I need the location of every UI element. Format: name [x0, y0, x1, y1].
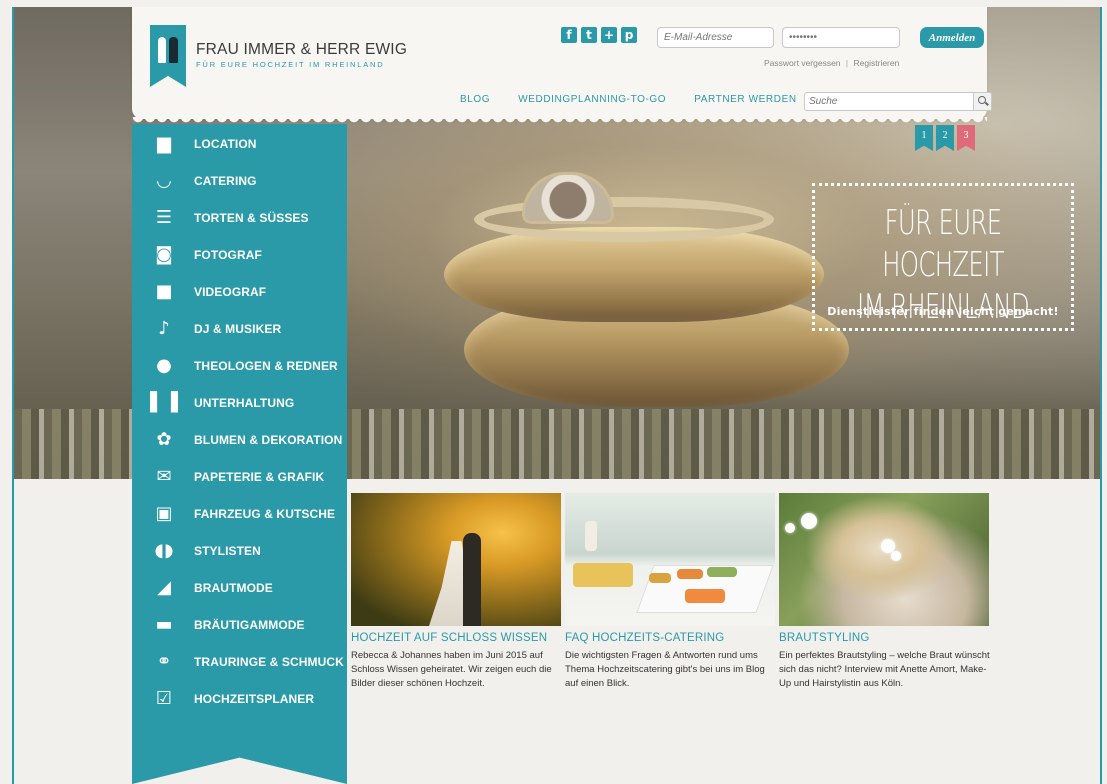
login-button[interactable]: Anmelden — [920, 27, 984, 48]
teaser-image-wedding-couple[interactable] — [351, 493, 561, 626]
teaser-title[interactable]: HOCHZEIT AUF SCHLOSS WISSEN — [351, 632, 561, 644]
slide-tab-3[interactable]: 3 — [957, 125, 975, 151]
sidebar-item-stylisten[interactable]: ◖◗ STYLISTEN — [132, 532, 347, 569]
site-title[interactable]: FRAU IMMER & HERR EWIG — [196, 41, 407, 59]
sidebar-item-torten[interactable]: ☰ TORTEN & SÜSSES — [132, 199, 347, 236]
sidebar-item-label: TRAURINGE & SCHMUCK — [194, 654, 344, 669]
sidebar-item-label: UNTERHALTUNG — [194, 395, 295, 410]
teaser-image-bride[interactable] — [779, 493, 989, 626]
sidebar-item-label: PAPETERIE & GRAFIK — [194, 469, 325, 484]
flower-icon: ✿ — [156, 429, 172, 450]
register-link[interactable]: Registrieren — [854, 58, 900, 68]
sidebar-item-dj-musiker[interactable]: ♪ DJ & MUSIKER — [132, 310, 347, 347]
teaser-card[interactable]: FAQ HOCHZEITS-CATERING Die wichtigsten F… — [565, 493, 775, 691]
hero-subline: Dienstleister finden leicht gemacht! — [827, 305, 1059, 318]
envelope-icon: ✉ — [156, 466, 172, 487]
email-field[interactable] — [657, 27, 774, 48]
teaser-image-catering[interactable] — [565, 493, 775, 626]
facebook-icon[interactable]: f — [561, 27, 577, 43]
sidebar-item-label: BRAUTMODE — [194, 580, 273, 595]
high-heel-icon: ◢ — [157, 577, 171, 598]
sidebar-item-blumen[interactable]: ✿ BLUMEN & DEKORATION — [132, 421, 347, 458]
main-nav: BLOG WEDDINGPLANNING-TO-GO PARTNER WERDE… — [460, 94, 797, 105]
curtain-icon: ▌▐ — [150, 392, 178, 413]
guitar-icon: ♪ — [158, 318, 170, 339]
sidebar-item-catering[interactable]: ◡ CATERING — [132, 162, 347, 199]
teaser-title[interactable]: BRAUTSTYLING — [779, 632, 989, 644]
googleplus-icon[interactable]: + — [601, 27, 617, 43]
hero-tagline-box: FÜR EURE HOCHZEIT IM RHEINLAND Dienstlei… — [812, 183, 1074, 331]
sidebar-item-label: DJ & MUSIKER — [194, 321, 282, 336]
teaser-card[interactable]: BRAUTSTYLING Ein perfektes Brautstyling … — [779, 493, 990, 691]
sidebar-item-label: STYLISTEN — [194, 543, 261, 558]
teaser-title[interactable]: FAQ HOCHZEITS-CATERING — [565, 632, 775, 644]
sidebar-item-videograf[interactable]: ■ VIDEOGRAF — [132, 273, 347, 310]
teaser-text: Ein perfektes Brautstyling – welche Brau… — [779, 650, 990, 689]
header: FRAU IMMER & HERR EWIG FÜR EURE HOCHZEIT… — [132, 7, 992, 125]
sidebar-item-label: LOCATION — [194, 136, 257, 151]
slide-tab-1[interactable]: 1 — [915, 125, 933, 151]
search-icon[interactable] — [973, 93, 991, 110]
sidebar-item-label: HOCHZEITSPLANER — [194, 691, 315, 706]
teaser-text: Rebecca & Johannes haben im Juni 2015 au… — [351, 650, 552, 689]
rings-icon: ⚭ — [156, 651, 172, 672]
logo-badge-icon[interactable] — [150, 25, 186, 87]
slide-tab-2[interactable]: 2 — [936, 125, 954, 151]
nav-weddingplanning[interactable]: WEDDINGPLANNING-TO-GO — [518, 94, 666, 105]
sidebar-item-papeterie[interactable]: ✉ PAPETERIE & GRAFIK — [132, 458, 347, 495]
teaser-card[interactable]: HOCHZEIT AUF SCHLOSS WISSEN Rebecca & Jo… — [351, 493, 561, 691]
cake-icon: ☰ — [155, 207, 173, 228]
sidebar-item-label: FOTOGRAF — [194, 247, 262, 262]
sidebar-item-label: TORTEN & SÜSSES — [194, 210, 309, 225]
sidebar-item-hochzeitsplaner[interactable]: ☑ HOCHZEITSPLANER — [132, 680, 347, 717]
sidebar-item-braeutigammode[interactable]: ▬ BRÄUTIGAMMODE — [132, 606, 347, 643]
pinterest-icon[interactable]: p — [621, 27, 637, 43]
page-frame: FÜR EURE HOCHZEIT IM RHEINLAND Dienstlei… — [12, 7, 1102, 784]
forgot-password-link[interactable]: Passwort vergessen — [764, 58, 841, 68]
camera-icon: ◙ — [155, 244, 173, 265]
sidebar-item-label: CATERING — [194, 173, 257, 188]
search-box — [804, 92, 992, 111]
social-links: f t + p — [561, 27, 637, 43]
sidebar-item-fotograf[interactable]: ◙ FOTOGRAF — [132, 236, 347, 273]
rings-photo — [444, 172, 864, 422]
category-sidebar: ▆ LOCATION ◡ CATERING ☰ TORTEN & SÜSSES … — [132, 124, 347, 784]
sidebar-item-label: BLUMEN & DEKORATION — [194, 432, 343, 447]
speech-bubble-icon: ● — [156, 355, 172, 376]
car-icon: ▣ — [155, 503, 173, 524]
bowl-icon: ◡ — [156, 170, 172, 191]
building-icon: ▆ — [157, 133, 171, 154]
nav-partner-werden[interactable]: PARTNER WERDEN — [694, 94, 796, 105]
checkbox-icon: ☑ — [155, 688, 173, 709]
sidebar-item-trauringe[interactable]: ⚭ TRAURINGE & SCHMUCK — [132, 643, 347, 680]
sidebar-item-unterhaltung[interactable]: ▌▐ UNTERHALTUNG — [132, 384, 347, 421]
men-shoe-icon: ▬ — [155, 614, 173, 635]
sidebar-item-theologen[interactable]: ● THEOLOGEN & REDNER — [132, 347, 347, 384]
link-separator: | — [845, 58, 849, 68]
login-links: Passwort vergessen | Registrieren — [764, 58, 899, 68]
videocamera-icon: ■ — [155, 281, 173, 302]
nav-blog[interactable]: BLOG — [460, 94, 490, 105]
sidebar-item-label: VIDEOGRAF — [194, 284, 267, 299]
password-field[interactable] — [782, 27, 900, 48]
site-subtitle: FÜR EURE HOCHZEIT IM RHEINLAND — [196, 60, 385, 69]
sidebar-item-label: THEOLOGEN & REDNER — [194, 358, 338, 373]
twitter-icon[interactable]: t — [581, 27, 597, 43]
sidebar-item-label: BRÄUTIGAMMODE — [194, 617, 305, 632]
teaser-text: Die wichtigsten Fragen & Antworten rund … — [565, 650, 765, 689]
sidebar-item-brautmode[interactable]: ◢ BRAUTMODE — [132, 569, 347, 606]
lips-icon: ◖◗ — [154, 540, 174, 561]
search-input[interactable] — [805, 93, 973, 110]
sidebar-item-location[interactable]: ▆ LOCATION — [132, 125, 347, 162]
slider-pagination: 1 2 3 — [915, 125, 975, 151]
sidebar-item-label: FAHRZEUG & KUTSCHE — [194, 506, 336, 521]
sidebar-item-fahrzeug[interactable]: ▣ FAHRZEUG & KUTSCHE — [132, 495, 347, 532]
